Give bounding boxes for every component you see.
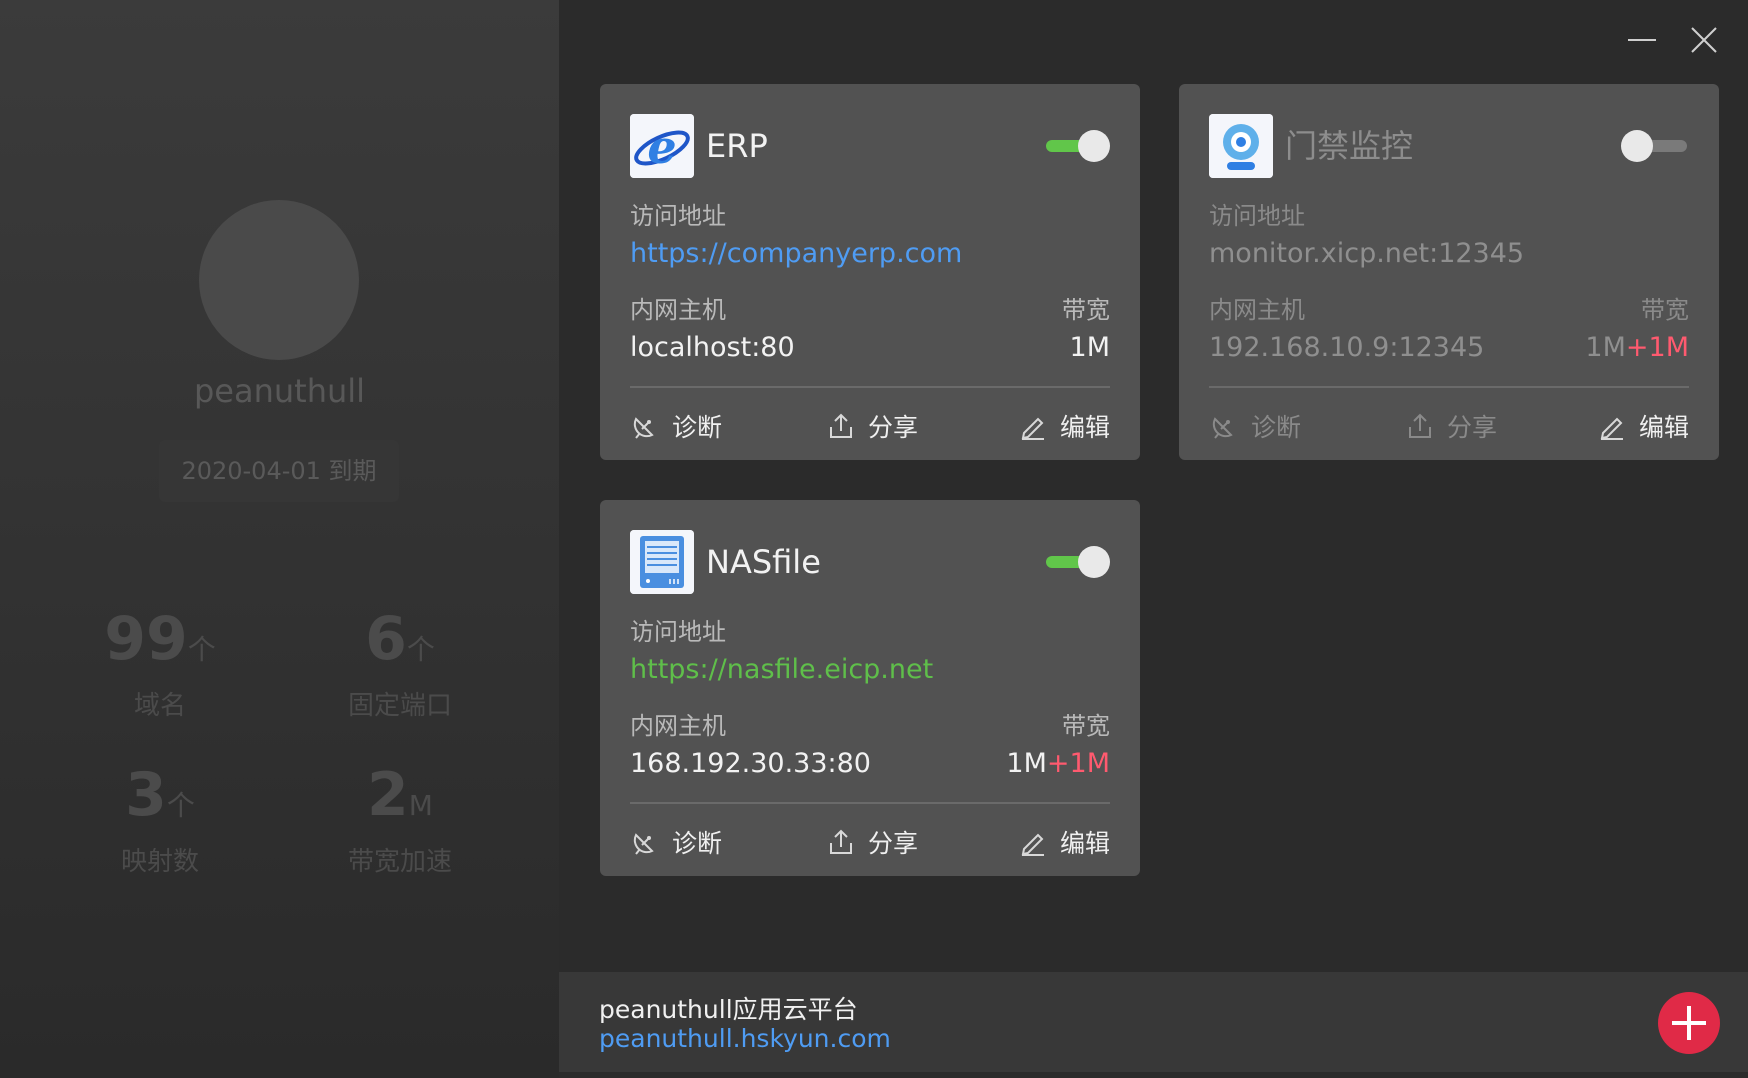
diagnose-button[interactable]: 诊断 [1209,408,1301,444]
access-url-link[interactable]: monitor.xicp.net:12345 [1209,238,1524,269]
footer: peanuthull应用云平台 peanuthull.hskyun.com [559,972,1748,1072]
edit-label: 编辑 [1638,413,1689,442]
bandwidth-label: 带宽 [1062,712,1110,740]
stat-label: 带宽加速 [347,847,452,877]
access-label: 访问地址 [630,618,726,646]
host-label: 内网主机 [630,296,726,324]
stat-label: 固定端口 [347,691,452,721]
bandwidth-base: 1M [1069,332,1110,363]
minimize-button[interactable] [1620,18,1664,62]
edit-button[interactable]: 编辑 [1018,824,1110,860]
platform-title: peanuthull应用云平台 [599,995,858,1024]
pencil-icon [1600,417,1623,440]
stat-unit: 个 [187,633,216,666]
host-value: 192.168.10.9:12345 [1209,332,1485,363]
diagnose-button[interactable]: 诊断 [630,824,722,860]
stat-bandwidth-boost: 2M 带宽加速 [300,762,500,878]
stat-unit: 个 [406,633,435,666]
minimize-icon [1628,39,1656,41]
share-label: 分享 [868,829,919,858]
diagnose-label: 诊断 [1251,413,1302,442]
expire-badge: 2020-04-01 到期 [159,440,399,502]
bandwidth-boost: +1M [1625,332,1689,363]
webcam-icon [1209,114,1273,178]
app-title: ERP [706,127,768,165]
bandwidth-value: 1M+1M [1585,332,1689,363]
divider [1209,386,1689,388]
add-app-button[interactable] [1658,992,1720,1054]
satellite-dish-icon [633,417,654,439]
platform-link[interactable]: peanuthull.hskyun.com [599,1024,891,1053]
diagnose-label: 诊断 [672,413,723,442]
avatar[interactable] [199,200,359,360]
app-card-erp: e ERP 访问地址 https://companyerp.com 内网主机 带… [600,84,1140,460]
bandwidth-value: 1M [1070,332,1110,363]
pencil-icon [1021,417,1044,440]
stat-unit: M [408,789,433,822]
host-value: 168.192.30.33:80 [630,748,871,779]
stat-value: 99 [104,604,188,674]
sidebar: peanuthull 2020-04-01 到期 99个 域名 6个 固定端口 … [0,0,559,1078]
stat-value: 6 [365,604,407,674]
stat-label: 映射数 [120,847,199,877]
satellite-dish-icon [1212,417,1233,439]
stat-value: 3 [125,760,167,830]
edit-label: 编辑 [1059,829,1110,858]
plus-icon [1672,1006,1706,1040]
share-button[interactable]: 分享 [1405,408,1497,444]
access-url-link[interactable]: https://companyerp.com [630,238,962,269]
bandwidth-base: 1M [1585,332,1626,363]
diagnose-label: 诊断 [672,829,723,858]
app-title: NASfile [706,543,821,581]
edit-button[interactable]: 编辑 [1597,408,1689,444]
access-label: 访问地址 [1209,202,1305,230]
share-upload-icon [830,413,852,438]
edit-button[interactable]: 编辑 [1018,408,1110,444]
app-title: 门禁监控 [1285,127,1414,165]
stat-domains: 99个 域名 [60,606,260,722]
stat-fixed-ports: 6个 固定端口 [300,606,500,722]
stat-mappings: 3个 映射数 [60,762,260,878]
close-icon [1691,27,1717,53]
close-button[interactable] [1682,18,1726,62]
nas-icon [630,530,694,594]
enable-toggle[interactable] [1042,128,1112,164]
app-card-nasfile: NASfile 访问地址 https://nasfile.eicp.net 内网… [600,500,1140,876]
ie-icon: e [630,114,694,178]
bandwidth-label: 带宽 [1641,296,1689,324]
bandwidth-boost: +1M [1046,748,1110,779]
bandwidth-base: 1M [1006,748,1047,779]
share-label: 分享 [1447,413,1498,442]
enable-toggle[interactable] [1621,128,1691,164]
diagnose-button[interactable]: 诊断 [630,408,722,444]
bandwidth-label: 带宽 [1062,296,1110,324]
enable-toggle[interactable] [1042,544,1112,580]
pencil-icon [1021,833,1044,856]
bandwidth-value: 1M+1M [1006,748,1110,779]
share-button[interactable]: 分享 [826,824,918,860]
access-url-link[interactable]: https://nasfile.eicp.net [630,654,933,685]
share-button[interactable]: 分享 [826,408,918,444]
app-card-monitor: 门禁监控 访问地址 monitor.xicp.net:12345 内网主机 带宽… [1179,84,1719,460]
share-upload-icon [1409,413,1431,438]
divider [630,386,1110,388]
svg-text:e: e [647,120,676,174]
username: peanuthull [193,372,366,410]
host-value: localhost:80 [630,332,795,363]
stat-unit: 个 [166,789,195,822]
stat-value: 2 [367,760,409,830]
host-label: 内网主机 [1209,296,1305,324]
divider [630,802,1110,804]
share-upload-icon [830,829,852,854]
stat-label: 域名 [133,691,186,721]
edit-label: 编辑 [1059,413,1110,442]
access-label: 访问地址 [630,202,726,230]
share-label: 分享 [868,413,919,442]
satellite-dish-icon [633,833,654,855]
host-label: 内网主机 [630,712,726,740]
